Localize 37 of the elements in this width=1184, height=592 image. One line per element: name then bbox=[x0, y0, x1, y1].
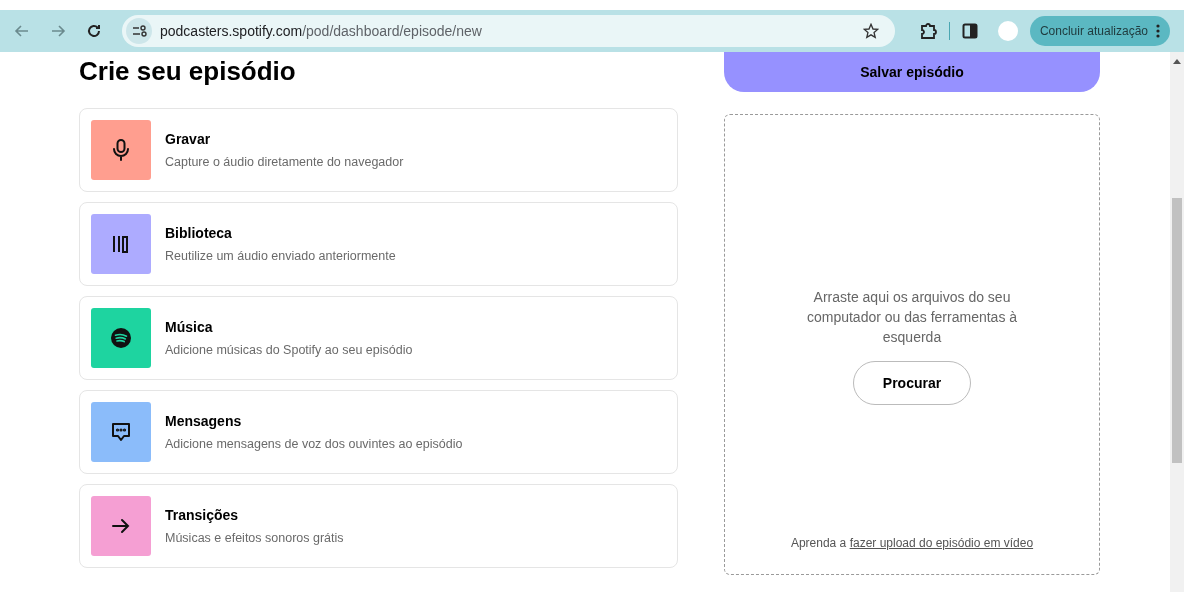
tool-card[interactable]: Mensagens Adicione mensagens de voz dos ouvintes ao episódio bbox=[79, 390, 678, 474]
tool-description: Adicione músicas do Spotify ao seu episódio bbox=[165, 341, 413, 359]
tool-description: Adicione mensagens de voz dos ouvintes ao episódio bbox=[165, 435, 463, 453]
upload-dropzone[interactable]: Arraste aqui os arquivos do seu computador ou das ferramentas à esquerda Procurar Aprenda a fazer upload do episódio em vídeo bbox=[724, 114, 1100, 575]
more-icon bbox=[1156, 24, 1160, 38]
tool-card[interactable]: Gravar Capture o áudio diretamente do navegador bbox=[79, 108, 678, 192]
back-icon[interactable] bbox=[14, 23, 30, 39]
puzzle-icon[interactable] bbox=[918, 22, 937, 40]
tool-title: Transições bbox=[165, 505, 240, 525]
url-text: podcasters.spotify.com/pod/dashboard/episode/new bbox=[160, 21, 482, 41]
tool-card[interactable]: Transições Músicas e efeitos sonoros grátis bbox=[79, 484, 678, 568]
tool-card[interactable]: Música Adicione músicas do Spotify ao seu episódio bbox=[79, 296, 678, 380]
tool-card[interactable]: Biblioteca Reutilize um áudio enviado anteriormente bbox=[79, 202, 678, 286]
page-title: Crie seu episódio bbox=[79, 58, 297, 88]
forward-icon[interactable] bbox=[50, 23, 66, 39]
address-bar[interactable]: podcasters.spotify.com/pod/dashboard/episode/new bbox=[122, 15, 895, 47]
microphone-icon bbox=[111, 139, 131, 161]
tool-title: Biblioteca bbox=[165, 223, 233, 243]
library-icon bbox=[111, 234, 131, 254]
tool-description: Reutilize um áudio enviado anteriormente bbox=[165, 247, 396, 265]
side-panel-icon[interactable] bbox=[961, 23, 978, 39]
dropzone-text: Arraste aqui os arquivos do seu computador ou das ferramentas à esquerda bbox=[805, 288, 1019, 347]
save-episode-button[interactable]: Salvar episódio bbox=[724, 52, 1100, 92]
tool-description: Capture o áudio diretamente do navegador bbox=[165, 153, 404, 171]
site-settings-icon[interactable] bbox=[126, 18, 152, 44]
message-icon bbox=[110, 421, 132, 443]
video-upload-link[interactable]: fazer upload do episódio em vídeo bbox=[849, 536, 1034, 550]
reload-icon[interactable] bbox=[86, 23, 102, 39]
star-icon[interactable] bbox=[862, 23, 879, 39]
tool-title: Mensagens bbox=[165, 411, 243, 431]
tool-description: Músicas e efeitos sonoros grátis bbox=[165, 529, 344, 547]
tool-title: Música bbox=[165, 317, 214, 337]
help-text: Aprenda a fazer upload do episódio em vídeo bbox=[790, 535, 1034, 552]
tool-title: Gravar bbox=[165, 129, 212, 149]
update-button[interactable]: Concluir atualização bbox=[1029, 16, 1170, 46]
scroll-up-icon[interactable] bbox=[1173, 58, 1181, 64]
music-logo-icon bbox=[110, 327, 132, 349]
